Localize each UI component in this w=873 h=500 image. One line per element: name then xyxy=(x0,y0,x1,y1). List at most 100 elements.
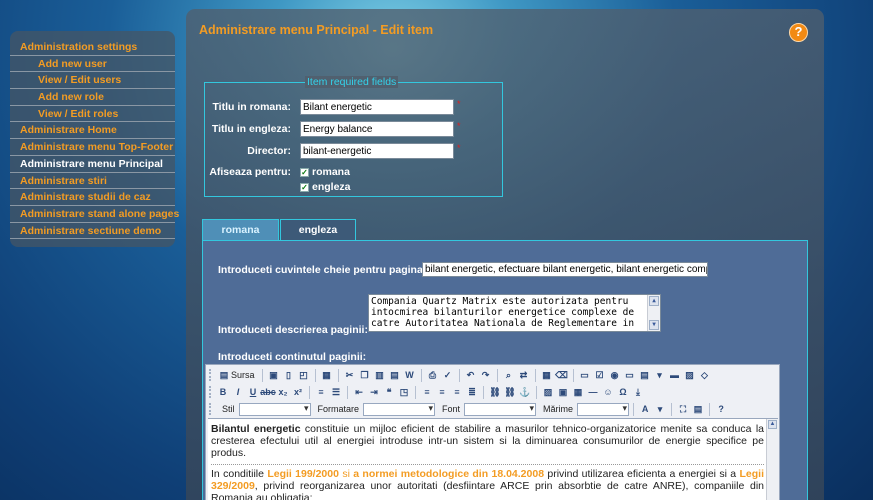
link-icon[interactable]: ⛓ xyxy=(488,385,502,399)
editor-toolbar-row-2: B I U abc x₂ x² ≡ ☰ ⇤ ⇥ ❝ ◳ ≡ ≡ ≡ ≣ ⛓ ⛓ … xyxy=(209,384,645,400)
strike-icon[interactable]: abc xyxy=(260,385,276,399)
sidebar-item-administration-settings[interactable]: Administration settings xyxy=(10,39,175,56)
maximize-icon[interactable]: ⛶ xyxy=(676,402,690,416)
director-input[interactable]: bilant-energetic xyxy=(300,143,454,159)
align-left-icon[interactable]: ≡ xyxy=(420,385,434,399)
sidebar-item-view-edit-roles[interactable]: View / Edit roles xyxy=(10,106,175,123)
size-select[interactable] xyxy=(577,402,630,416)
sidebar-item-admin-sectiune-demo[interactable]: Administrare sectiune demo xyxy=(10,223,175,240)
checkbox-icon[interactable]: ☑ xyxy=(593,368,607,382)
description-textarea[interactable]: Compania Quartz Matrix este autorizata p… xyxy=(368,294,661,332)
underline-icon[interactable]: U xyxy=(246,385,260,399)
image-icon[interactable]: ▨ xyxy=(541,385,555,399)
spellcheck-icon[interactable]: ✓ xyxy=(441,368,455,382)
sidebar-item-admin-menu-principal[interactable]: Administrare menu Principal xyxy=(10,156,175,173)
norm-link[interactable]: a normei metodologice din 18.04.2008 xyxy=(353,468,544,480)
align-justify-icon[interactable]: ≣ xyxy=(465,385,479,399)
checkbox-romana[interactable]: ✓ romana xyxy=(300,165,351,179)
director-label: Director: xyxy=(247,145,291,157)
radio-icon[interactable]: ◉ xyxy=(608,368,622,382)
paste-icon[interactable]: ▥ xyxy=(373,368,387,382)
remove-format-icon[interactable]: ⌫ xyxy=(555,368,569,382)
title-ro-input[interactable]: Bilant energetic xyxy=(300,99,454,115)
anchor-icon[interactable]: ⚓ xyxy=(518,385,532,399)
image-button-icon[interactable]: ▨ xyxy=(683,368,697,382)
div-icon[interactable]: ◳ xyxy=(397,385,411,399)
preview-icon[interactable]: ◰ xyxy=(297,368,311,382)
smiley-icon[interactable]: ☺ xyxy=(601,385,615,399)
keywords-input[interactable]: bilant energetic, efectuare bilant energ… xyxy=(422,262,708,277)
horizontal-rule-icon[interactable]: ― xyxy=(586,385,600,399)
bold-icon[interactable]: B xyxy=(216,385,230,399)
italic-icon[interactable]: I xyxy=(231,385,245,399)
textarea-icon[interactable]: ▤ xyxy=(638,368,652,382)
sidebar-item-add-new-user[interactable]: Add new user xyxy=(10,56,175,73)
outdent-icon[interactable]: ⇤ xyxy=(352,385,366,399)
table-icon[interactable]: ▦ xyxy=(571,385,585,399)
help-icon[interactable]: ? xyxy=(789,23,808,42)
editor-scrollbar[interactable]: ▲ xyxy=(766,419,778,500)
redo-icon[interactable]: ↷ xyxy=(479,368,493,382)
law-199-link[interactable]: Legii 199/2000 xyxy=(267,468,339,480)
sidebar-item-admin-stiri[interactable]: Administrare stiri xyxy=(10,173,175,190)
editor-content-area[interactable]: Bilantul energetic constituie un mijloc … xyxy=(208,418,778,500)
page-break-icon[interactable]: ⤓ xyxy=(631,385,645,399)
flash-icon[interactable]: ▣ xyxy=(556,385,570,399)
hidden-field-icon[interactable]: ◇ xyxy=(698,368,712,382)
scroll-up-icon[interactable]: ▲ xyxy=(649,296,659,306)
templates-icon[interactable]: ▦ xyxy=(320,368,334,382)
find-icon[interactable]: ⌕ xyxy=(502,368,516,382)
blockquote-icon[interactable]: ❝ xyxy=(382,385,396,399)
main-panel: Administrare menu Principal - Edit item … xyxy=(186,9,824,500)
paste-word-icon[interactable]: W xyxy=(403,368,417,382)
form-icon[interactable]: ▭ xyxy=(578,368,592,382)
font-select[interactable] xyxy=(464,402,537,416)
sidebar-item-admin-home[interactable]: Administrare Home xyxy=(10,122,175,140)
show-blocks-icon[interactable]: ▤ xyxy=(691,402,705,416)
bg-color-icon[interactable]: ▾ xyxy=(653,402,667,416)
indent-icon[interactable]: ⇥ xyxy=(367,385,381,399)
button-icon[interactable]: ▬ xyxy=(668,368,682,382)
select-all-icon[interactable]: ▦ xyxy=(540,368,554,382)
new-page-icon[interactable]: ▯ xyxy=(282,368,296,382)
textfield-icon[interactable]: ▭ xyxy=(623,368,637,382)
subscript-icon[interactable]: x₂ xyxy=(276,385,290,399)
undo-icon[interactable]: ↶ xyxy=(464,368,478,382)
unlink-icon[interactable]: ⛓ xyxy=(503,385,517,399)
sidebar-item-admin-menu-top-footer[interactable]: Administrare menu Top-Footer xyxy=(10,139,175,156)
sidebar-item-view-edit-users[interactable]: View / Edit users xyxy=(10,72,175,90)
select-icon[interactable]: ▾ xyxy=(653,368,667,382)
required-fields-fieldset: Item required fields Titlu in romana: Bi… xyxy=(204,76,503,197)
numbered-list-icon[interactable]: ≡ xyxy=(314,385,328,399)
print-icon[interactable]: ⎙ xyxy=(426,368,440,382)
sidebar-item-admin-studii-de-caz[interactable]: Administrare studii de caz xyxy=(10,189,175,206)
checkbox-engleza[interactable]: ✓ engleza xyxy=(300,180,351,194)
text-color-icon[interactable]: A xyxy=(638,402,652,416)
source-button[interactable]: ▤ Sursa xyxy=(216,368,258,382)
description-scrollbar[interactable]: ▲ ▼ xyxy=(647,295,660,331)
scroll-up-icon[interactable]: ▲ xyxy=(768,420,777,429)
description-text: Compania Quartz Matrix este autorizata p… xyxy=(371,296,635,329)
align-right-icon[interactable]: ≡ xyxy=(450,385,464,399)
tab-engleza[interactable]: engleza xyxy=(280,219,356,241)
sidebar-item-add-new-role[interactable]: Add new role xyxy=(10,89,175,106)
title-en-input[interactable]: Energy balance xyxy=(300,121,454,137)
sidebar-item-admin-stand-alone-pages[interactable]: Administrare stand alone pages xyxy=(10,206,179,223)
superscript-icon[interactable]: x² xyxy=(291,385,305,399)
required-marker: * xyxy=(457,121,461,131)
special-char-icon[interactable]: Ω xyxy=(616,385,630,399)
replace-icon[interactable]: ⇄ xyxy=(517,368,531,382)
content-p2-b: privind utilizarea eficienta a energiei … xyxy=(544,468,740,480)
about-icon[interactable]: ? xyxy=(714,402,728,416)
format-select[interactable] xyxy=(363,402,436,416)
save-icon[interactable]: ▣ xyxy=(267,368,281,382)
scroll-down-icon[interactable]: ▼ xyxy=(649,320,659,330)
bulleted-list-icon[interactable]: ☰ xyxy=(329,385,343,399)
copy-icon[interactable]: ❐ xyxy=(358,368,372,382)
tab-romana[interactable]: romana xyxy=(202,219,279,241)
paste-text-icon[interactable]: ▤ xyxy=(388,368,402,382)
align-center-icon[interactable]: ≡ xyxy=(435,385,449,399)
cut-icon[interactable]: ✂ xyxy=(343,368,357,382)
style-select[interactable] xyxy=(238,402,311,416)
required-marker: * xyxy=(457,143,461,153)
